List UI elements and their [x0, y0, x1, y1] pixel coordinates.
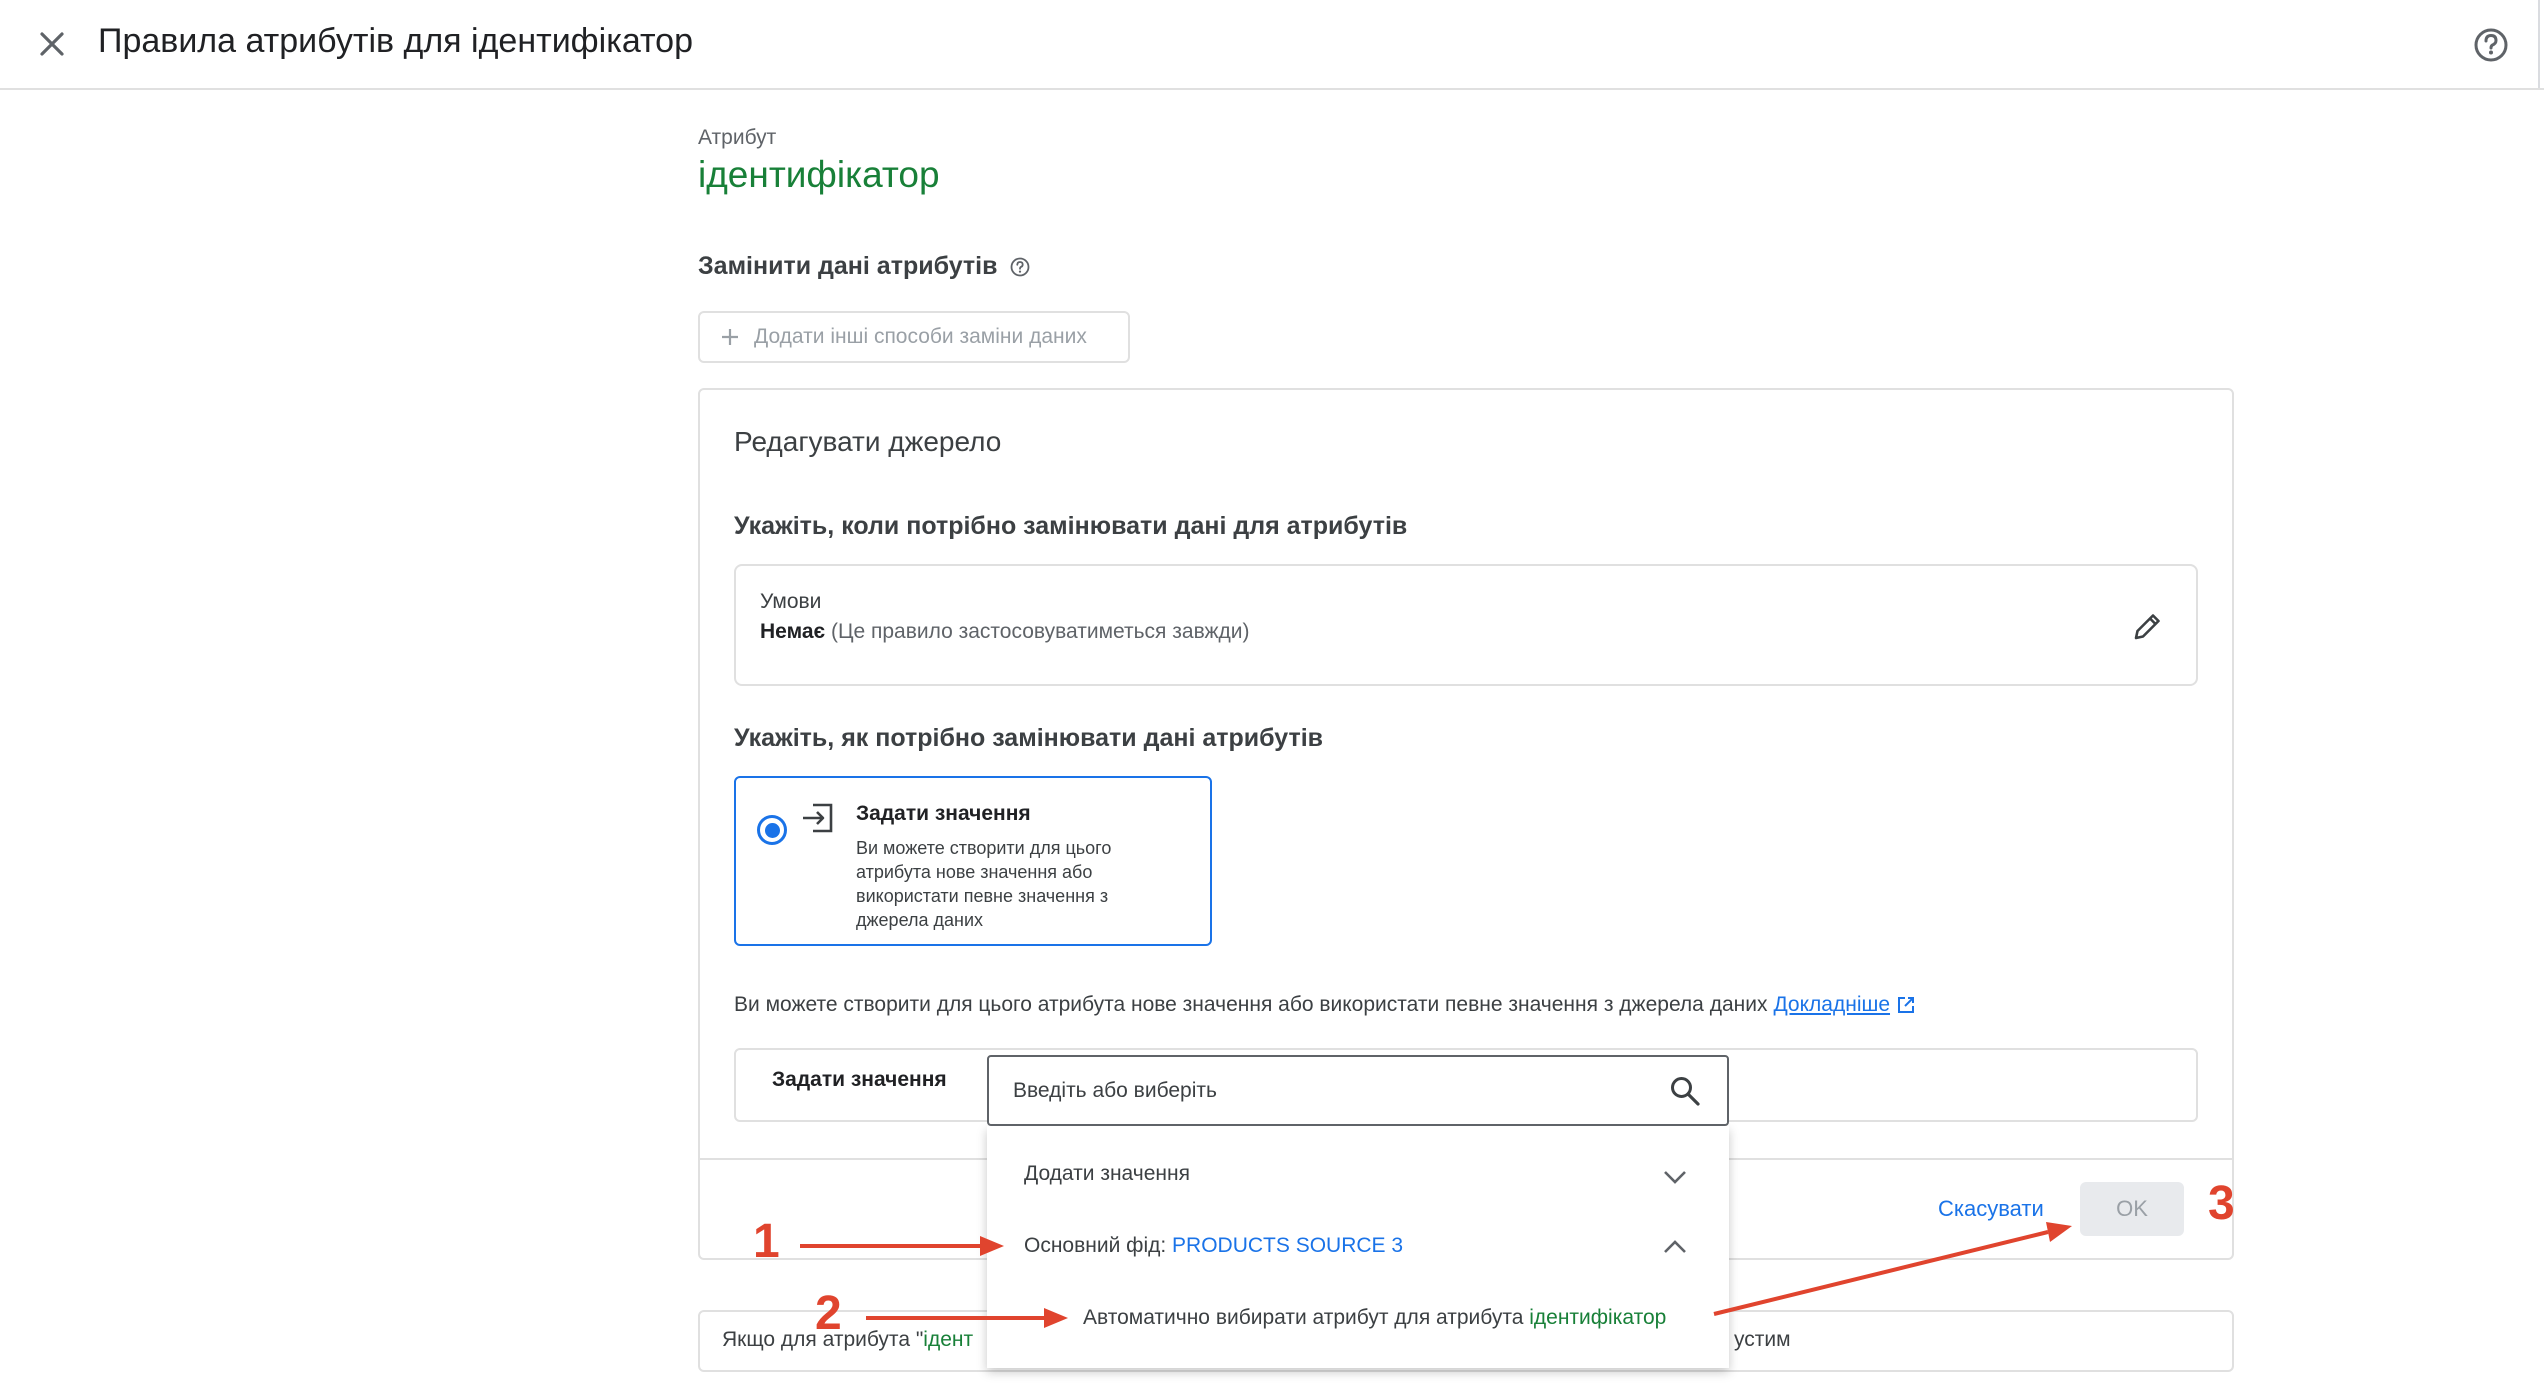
page-title: Правила атрибутів для ідентифікатор	[98, 22, 693, 60]
auto-select-prefix: Автоматично вибирати атрибут для атрибут…	[1083, 1306, 1530, 1329]
help-icon[interactable]	[2464, 18, 2518, 72]
external-link-icon[interactable]	[1896, 995, 1916, 1015]
plus-icon	[720, 327, 740, 347]
cancel-button[interactable]: Скасувати	[1938, 1196, 2044, 1222]
conditions-value-bold: Немає	[760, 620, 826, 643]
conditions-value: Немає (Це правило застосовуватиметься за…	[760, 620, 1250, 644]
ok-button[interactable]: OK	[2080, 1182, 2184, 1236]
info-line: Ви можете створити для цього атрибута но…	[734, 993, 1916, 1017]
value-search-input[interactable]	[1011, 1068, 1635, 1114]
annotation-step-2: 2	[815, 1287, 842, 1340]
close-icon[interactable]	[26, 18, 78, 70]
dropdown-auto-select-item[interactable]: Автоматично вибирати атрибут для атрибут…	[1083, 1306, 1666, 1330]
primary-feed-prefix: Основний фід:	[1024, 1234, 1173, 1257]
dropdown-primary-feed-item[interactable]: Основний фід: PRODUCTS SOURCE 3	[1024, 1234, 1403, 1258]
conditions-value-note: (Це правило застосовуватиметься завжди)	[830, 620, 1250, 643]
replace-data-title: Замінити дані атрибутів	[698, 252, 998, 280]
add-methods-label: Додати інші способи заміни даних	[754, 325, 1087, 348]
set-value-icon	[800, 800, 836, 836]
replace-data-heading: Замінити дані атрибутів	[698, 252, 1031, 281]
help-circle-icon[interactable]	[1009, 256, 1031, 278]
add-methods-button[interactable]: Додати інші способи заміни даних	[698, 311, 1130, 363]
learn-more-link[interactable]: Докладніше	[1773, 993, 1890, 1017]
set-value-row-label: Задати значення	[772, 1068, 947, 1091]
edit-source-title: Редагувати джерело	[734, 426, 1002, 457]
chevron-down-icon[interactable]	[1658, 1160, 1692, 1194]
set-value-radio[interactable]	[757, 815, 787, 845]
fallback-note-attribute: ідент	[923, 1328, 974, 1351]
fallback-note-text: Якщо для атрибута "ідент	[722, 1328, 973, 1352]
info-text: Ви можете створити для цього атрибута но…	[734, 993, 1768, 1016]
auto-select-attribute: ідентифікатор	[1529, 1306, 1667, 1329]
dropdown-add-value-item[interactable]: Додати значення	[1024, 1162, 1190, 1186]
search-icon[interactable]	[1666, 1072, 1704, 1110]
radio-dot	[764, 822, 780, 838]
annotation-step-1: 1	[753, 1215, 780, 1268]
chevron-up-icon[interactable]	[1658, 1230, 1692, 1264]
attribute-label: Атрибут	[698, 126, 777, 149]
edit-conditions-pencil-icon[interactable]	[2128, 606, 2168, 646]
set-value-option-description: Ви можете створити для цього атрибута но…	[856, 838, 1112, 930]
conditions-label: Умови	[760, 590, 822, 613]
annotation-step-3: 3	[2208, 1177, 2235, 1230]
primary-feed-source: PRODUCTS SOURCE 3	[1172, 1234, 1404, 1257]
fallback-note-tail: устим	[1734, 1328, 1791, 1351]
how-question: Укажіть, як потрібно замінювати дані атр…	[734, 724, 1324, 752]
attribute-name: ідентифікатор	[698, 154, 940, 195]
edge-divider	[2538, 0, 2540, 88]
when-question: Укажіть, коли потрібно замінювати дані д…	[734, 512, 1408, 540]
set-value-option-title: Задати значення	[856, 802, 1031, 825]
